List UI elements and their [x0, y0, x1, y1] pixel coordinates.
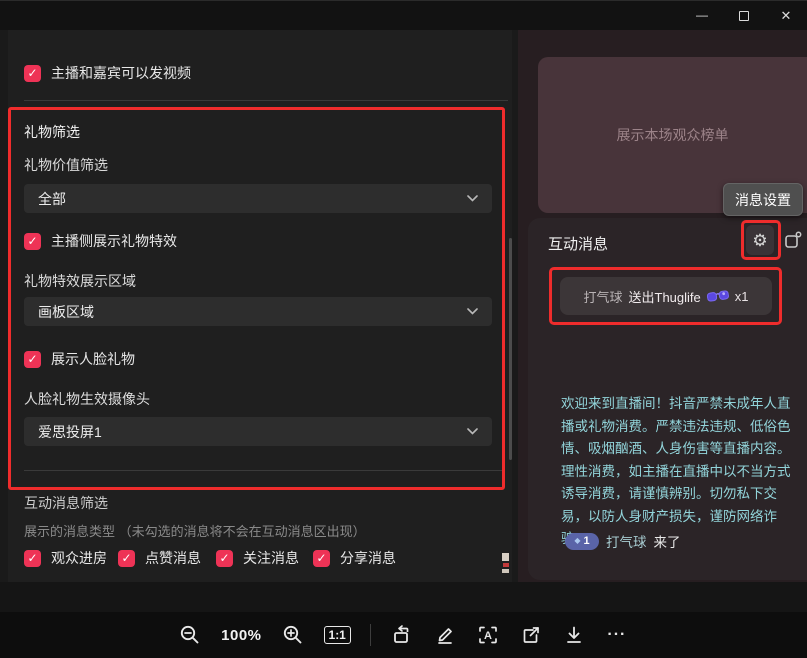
message-filter-title: 互动消息筛选 — [24, 493, 108, 513]
check-icon: ✓ — [27, 67, 37, 79]
close-icon: ✕ — [781, 8, 792, 24]
msgtype-like-checkbox-row: ✓ 点赞消息 — [118, 548, 201, 568]
minimize-button[interactable]: — — [681, 1, 723, 31]
titlebar: — ✕ — [0, 0, 807, 30]
room-announcement-text: 欢迎来到直播间！抖音严禁未成年人直播或礼物消费。严禁违法违规、低俗色情、吸烟酗酒… — [561, 393, 803, 551]
message-settings-button[interactable]: ⚙ — [746, 225, 774, 255]
message-settings-tooltip: 消息设置 — [723, 183, 803, 216]
enter-message-user: 打气球 — [606, 531, 647, 551]
more-button[interactable]: ··· — [605, 620, 629, 650]
download-icon — [563, 624, 585, 646]
zoom-in-button[interactable] — [281, 620, 305, 650]
zoom-out-button[interactable] — [178, 620, 202, 650]
ellipsis-icon: ··· — [607, 626, 626, 644]
chevron-down-icon — [467, 195, 478, 202]
download-button[interactable] — [562, 620, 586, 650]
sunglasses-gift-icon — [706, 288, 730, 304]
popout-button[interactable] — [783, 230, 803, 250]
ranking-placeholder-text: 展示本场观众榜单 — [617, 125, 729, 145]
svg-text:A: A — [484, 630, 492, 642]
gift-message-action: 送出Thuglife — [629, 287, 701, 306]
checkbox-share-message[interactable]: ✓ — [313, 550, 330, 567]
gift-message-item: 打气球 送出Thuglife x1 — [560, 277, 772, 315]
interactive-message-title: 互动消息 — [548, 233, 608, 254]
actual-size-icon: 1:1 — [324, 626, 351, 644]
image-viewer-toolbar: 100% 1:1 — [0, 612, 807, 658]
tooltip-text: 消息设置 — [735, 190, 791, 210]
zoom-out-icon — [179, 624, 201, 646]
level-badge: ◆ 1 — [565, 533, 599, 550]
share-message-label: 分享消息 — [340, 548, 396, 568]
diamond-icon: ◆ — [574, 537, 580, 545]
effect-area-select[interactable]: 画板区域 — [24, 297, 492, 326]
rotate-icon — [391, 624, 413, 646]
chevron-down-icon — [467, 428, 478, 435]
checkbox-like-message[interactable]: ✓ — [118, 550, 135, 567]
checkbox-anchor-effect[interactable]: ✓ — [24, 233, 41, 250]
check-icon: ✓ — [27, 353, 37, 365]
enter-message-action: 来了 — [654, 531, 681, 551]
check-icon: ✓ — [27, 235, 37, 247]
gift-filter-title: 礼物筛选 — [24, 122, 80, 142]
ocr-button[interactable]: A — [476, 620, 500, 650]
pencil-icon — [434, 624, 456, 646]
check-icon: ✓ — [121, 552, 131, 564]
screen-artifact — [501, 551, 511, 574]
face-camera-select[interactable]: 爱思投屏1 — [24, 417, 492, 446]
checkbox-viewer-enter[interactable]: ✓ — [24, 550, 41, 567]
chevron-down-icon — [467, 308, 478, 315]
anchor-effect-checkbox-row: ✓ 主播侧展示礼物特效 — [24, 231, 177, 251]
gift-value-select-value: 全部 — [38, 189, 467, 209]
anchor-effect-label: 主播侧展示礼物特效 — [51, 231, 177, 251]
actual-size-button[interactable]: 1:1 — [324, 620, 351, 650]
checkbox-face-gift[interactable]: ✓ — [24, 351, 41, 368]
zoom-in-icon — [282, 624, 304, 646]
gift-message-user: 打气球 — [584, 287, 623, 306]
follow-message-label: 关注消息 — [243, 548, 299, 568]
face-gift-checkbox-row: ✓ 展示人脸礼物 — [24, 349, 135, 369]
maximize-icon — [739, 11, 749, 21]
check-icon: ✓ — [27, 552, 37, 564]
like-message-label: 点赞消息 — [145, 548, 201, 568]
face-camera-label: 人脸礼物生效摄像头 — [24, 389, 150, 409]
checkbox-video-permission[interactable]: ✓ — [24, 65, 41, 82]
enter-message-item: ◆ 1 打气球 来了 — [565, 531, 681, 551]
effect-area-select-value: 画板区域 — [38, 302, 467, 322]
msgtype-follow-checkbox-row: ✓ 关注消息 — [216, 548, 299, 568]
popout-icon — [783, 230, 803, 250]
settings-scrollbar[interactable] — [509, 238, 512, 460]
maximize-button[interactable] — [723, 1, 765, 31]
rotate-button[interactable] — [390, 620, 414, 650]
face-gift-label: 展示人脸礼物 — [51, 349, 135, 369]
gift-value-filter-label: 礼物价值筛选 — [24, 155, 108, 175]
share-button[interactable] — [519, 620, 543, 650]
close-button[interactable]: ✕ — [765, 1, 807, 31]
toolbar-divider — [370, 624, 371, 646]
effect-area-label: 礼物特效展示区域 — [24, 271, 136, 291]
edit-button[interactable] — [433, 620, 457, 650]
gear-icon: ⚙ — [752, 232, 767, 249]
video-permission-checkbox-row: ✓ 主播和嘉宾可以发视频 — [24, 63, 191, 83]
gift-message-count: x1 — [735, 289, 749, 304]
window-controls: — ✕ — [681, 1, 807, 31]
text-recognition-icon: A — [477, 624, 499, 646]
gift-value-select[interactable]: 全部 — [24, 184, 492, 213]
checkbox-follow-message[interactable]: ✓ — [216, 550, 233, 567]
app-window: — ✕ ✓ 主播和嘉宾可以发视频 礼物筛选 礼物价值筛选 全部 ✓ 主播侧展示礼… — [0, 0, 807, 658]
zoom-level-text: 100% — [221, 627, 261, 644]
face-camera-select-value: 爱思投屏1 — [38, 422, 467, 442]
minimize-icon: — — [696, 9, 708, 21]
level-badge-number: 1 — [584, 536, 590, 547]
viewer-enter-label: 观众进房 — [51, 548, 107, 568]
message-filter-subtitle: 展示的消息类型 （未勾选的消息将不会在互动消息区出现） — [24, 521, 366, 540]
share-icon — [520, 624, 542, 646]
check-icon: ✓ — [219, 552, 229, 564]
bottom-gap-strip — [0, 582, 807, 612]
msgtype-share-checkbox-row: ✓ 分享消息 — [313, 548, 396, 568]
section-divider — [24, 470, 504, 471]
msgtype-enter-checkbox-row: ✓ 观众进房 — [24, 548, 107, 568]
section-divider — [24, 100, 508, 101]
video-permission-label: 主播和嘉宾可以发视频 — [51, 63, 191, 83]
check-icon: ✓ — [316, 552, 326, 564]
